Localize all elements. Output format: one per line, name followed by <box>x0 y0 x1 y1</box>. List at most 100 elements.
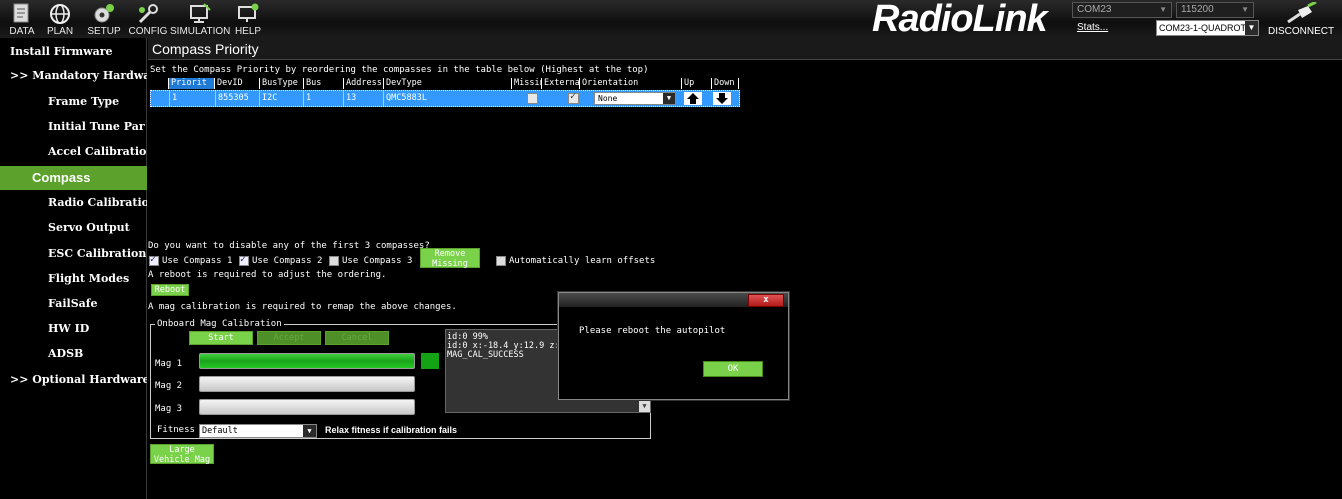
cell-bus: 1 <box>303 91 343 106</box>
disconnect-button[interactable]: DISCONNECT <box>1266 2 1342 38</box>
reboot-dialog: x Please reboot the autopilot OK <box>558 292 789 400</box>
setup-sidebar: Install Firmware >> Mandatory Hardware F… <box>0 38 147 499</box>
globe-icon <box>50 4 70 24</box>
stats-link[interactable]: Stats... <box>1077 22 1108 33</box>
chevron-down-icon: ▼ <box>303 425 316 437</box>
mag2-progress <box>199 376 415 392</box>
orientation-value: None <box>598 94 618 103</box>
fitness-select[interactable]: Default ▼ <box>199 424 317 438</box>
dialog-message: Please reboot the autopilot <box>579 326 726 336</box>
reboot-button[interactable]: Reboot <box>151 284 189 296</box>
use-compass-3-checkbox[interactable] <box>329 256 339 266</box>
plug-icon <box>1287 2 1317 24</box>
move-down-button[interactable] <box>713 92 731 105</box>
disable-question: Do you want to disable any of the first … <box>148 241 430 251</box>
sidebar-item-compass[interactable]: Compass <box>0 166 147 190</box>
use-compass-1-label: Use Compass 1 <box>162 256 233 266</box>
sidebar-item-label: ESC Calibration <box>48 247 147 260</box>
sidebar-item-mandatory-hardware[interactable]: >> Mandatory Hardware <box>0 64 147 88</box>
table-row[interactable]: 1 855305 I2C 1 13 QMC5883L None ▼ <box>150 90 740 107</box>
mag-cal-required-text: A mag calibration is required to remap t… <box>148 302 457 312</box>
connection-select[interactable]: COM23-1-QUADROTOR ▼ <box>1156 20 1259 36</box>
sidebar-item-label: Compass <box>32 170 91 185</box>
sidebar-item-label: Frame Type <box>48 95 120 108</box>
config-wrench-icon <box>138 4 158 24</box>
plan-button[interactable]: PLAN <box>38 0 82 38</box>
port-top-select[interactable]: COM23 ▼ <box>1072 2 1172 18</box>
missing-checkbox[interactable] <box>527 93 538 104</box>
sidebar-item-initial-tune[interactable]: Initial Tune Par <box>0 115 147 139</box>
auto-learn-label: Automatically learn offsets <box>509 256 656 266</box>
col-header-orientation[interactable]: Orientation <box>579 78 669 89</box>
port-top-value: COM23 <box>1077 4 1112 15</box>
priority-instruction: Set the Compass Priority by reordering t… <box>150 65 649 75</box>
reboot-required-text: A reboot is required to adjust the order… <box>148 270 387 280</box>
cancel-button[interactable]: Cancel <box>325 331 389 345</box>
data-icon <box>13 3 29 23</box>
page-title: Compass Priority <box>148 38 1342 60</box>
mag3-progress <box>199 399 415 415</box>
col-header-down[interactable]: Down <box>711 78 739 89</box>
baud-select[interactable]: 115200 ▼ <box>1176 2 1254 18</box>
disconnect-label: DISCONNECT <box>1268 26 1335 37</box>
col-header-devid[interactable]: DevID <box>214 78 258 89</box>
col-header-devtype[interactable]: DevType <box>383 78 511 89</box>
col-header-bustype[interactable]: BusType <box>259 78 303 89</box>
move-up-button[interactable] <box>684 92 702 105</box>
col-header-missing[interactable]: Missing <box>511 78 541 89</box>
simulation-button[interactable]: SIMULATION <box>170 0 230 38</box>
accept-button[interactable]: Accept <box>257 331 321 345</box>
sidebar-item-servo-output[interactable]: Servo Output <box>0 216 147 240</box>
sidebar-item-adsb[interactable]: ADSB <box>0 342 147 366</box>
mag1-status-indicator <box>421 353 439 369</box>
sidebar-item-accel-calibration[interactable]: Accel Calibratio <box>0 140 147 164</box>
sidebar-item-label: FailSafe <box>48 297 98 310</box>
large-vehicle-mag-button[interactable]: Large Vehicle Mag <box>150 444 214 465</box>
scroll-down-icon[interactable]: ▼ <box>639 400 650 412</box>
chevron-down-icon: ▼ <box>1245 21 1258 35</box>
sidebar-item-esc-calibration[interactable]: ESC Calibration <box>0 242 147 266</box>
cell-bustype: I2C <box>259 91 303 106</box>
mag1-label: Mag 1 <box>155 359 183 369</box>
setup-button[interactable]: SETUP <box>82 0 126 38</box>
col-header-up[interactable]: Up <box>681 78 711 89</box>
sidebar-item-label: >> Mandatory Hardware <box>10 69 147 82</box>
start-button[interactable]: Start <box>189 331 253 345</box>
sidebar-item-hw-id[interactable]: HW ID <box>0 317 147 341</box>
setup-gear-icon <box>94 4 114 23</box>
sidebar-item-frame-type[interactable]: Frame Type <box>0 90 147 114</box>
col-header-priority[interactable]: Priorit <box>168 78 214 89</box>
sidebar-item-label: Initial Tune Par <box>48 120 145 133</box>
setup-label: SETUP <box>87 26 121 37</box>
external-checkbox[interactable] <box>568 91 579 104</box>
sidebar-item-flight-modes[interactable]: Flight Modes <box>0 267 147 291</box>
mag1-progress-fill <box>200 354 414 368</box>
fitness-value: Default <box>202 426 238 436</box>
config-button[interactable]: CONFIG <box>126 0 170 38</box>
remove-missing-button[interactable]: Remove Missing <box>420 248 480 269</box>
use-compass-2-checkbox[interactable] <box>239 254 249 266</box>
mag2-label: Mag 2 <box>155 381 183 391</box>
sidebar-item-optional-hardware[interactable]: >> Optional Hardware <box>0 368 147 392</box>
sidebar-item-label: Install Firmware <box>10 45 113 58</box>
help-monitor-icon <box>238 3 259 22</box>
help-button[interactable]: HELP <box>226 0 270 38</box>
help-label: HELP <box>234 26 262 37</box>
chevron-down-icon: ▼ <box>1241 5 1249 14</box>
col-header-external[interactable]: Externa <box>541 78 579 89</box>
sidebar-item-install-firmware[interactable]: Install Firmware <box>0 40 147 64</box>
dialog-ok-button[interactable]: OK <box>703 361 763 377</box>
sidebar-item-failsafe[interactable]: FailSafe <box>0 292 147 316</box>
log-line: MAG_CAL_SUCCESS <box>447 350 524 360</box>
col-header-address[interactable]: Address <box>343 78 383 89</box>
sidebar-item-radio-calibration[interactable]: Radio Calibratio <box>0 191 147 215</box>
radiolink-logo: RadioLink <box>872 0 1048 40</box>
use-compass-2-label: Use Compass 2 <box>252 256 323 266</box>
dialog-close-button[interactable]: x <box>748 294 784 307</box>
col-header-bus[interactable]: Bus <box>303 78 343 89</box>
plan-label: PLAN <box>46 26 74 37</box>
auto-learn-checkbox[interactable] <box>496 256 506 266</box>
arrow-down-icon <box>716 93 728 104</box>
orientation-select[interactable]: None ▼ <box>594 92 676 105</box>
use-compass-1-checkbox[interactable] <box>149 254 159 266</box>
